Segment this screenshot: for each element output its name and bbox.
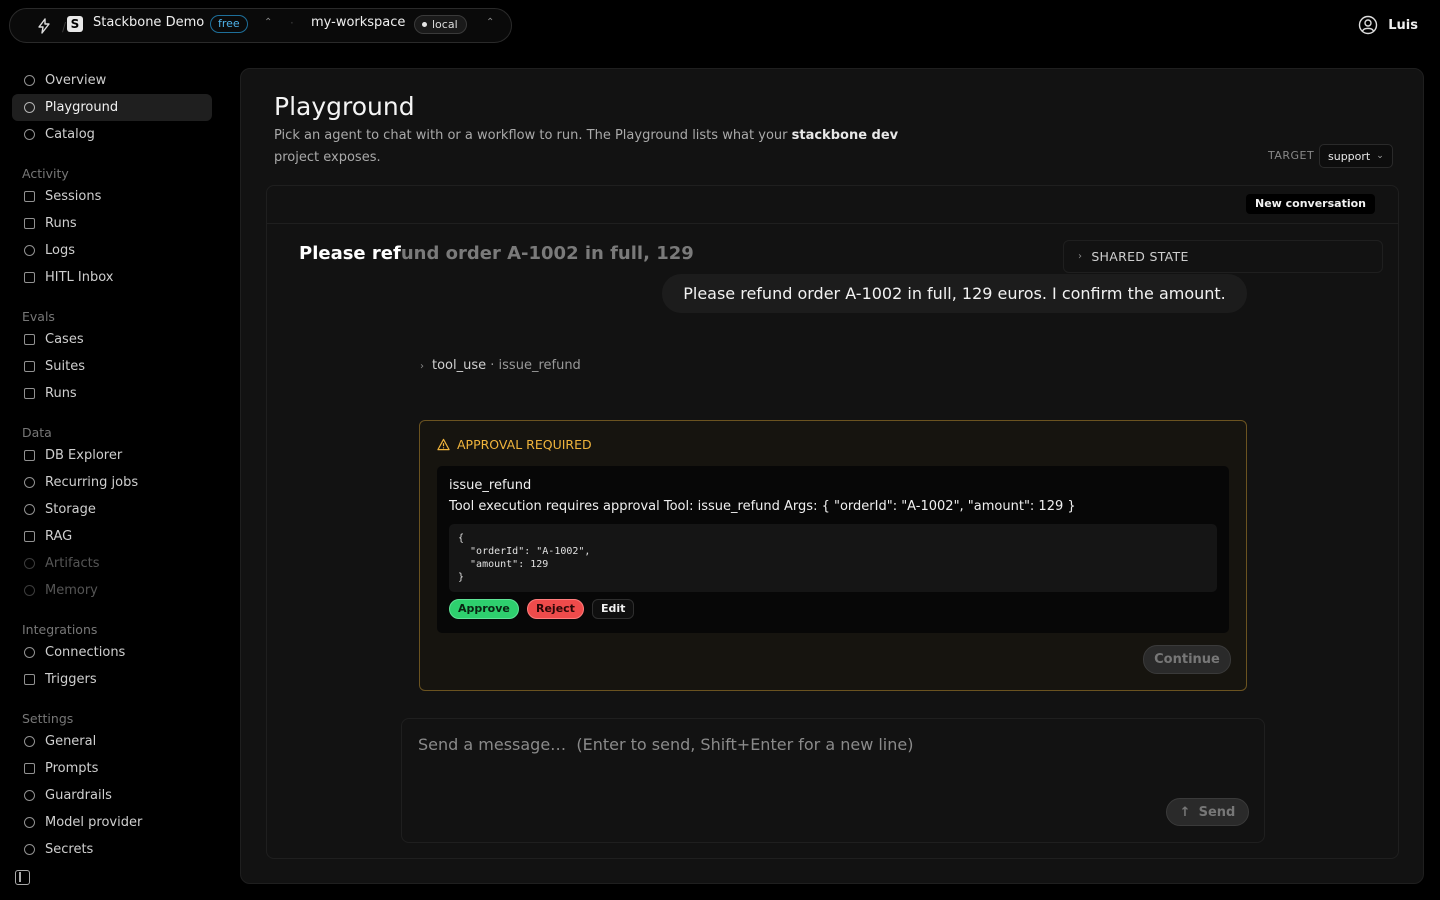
- rag-icon: [24, 531, 35, 542]
- cases-icon: [24, 334, 35, 345]
- approval-details: issue_refund Tool execution requires app…: [437, 466, 1229, 633]
- sidebar: Overview Playground Catalog Activity Ses…: [12, 67, 212, 863]
- main-panel: Playground Pick an agent to chat with or…: [240, 68, 1424, 884]
- sidebar-item-overview[interactable]: Overview: [12, 67, 212, 94]
- continue-button[interactable]: Continue: [1143, 645, 1231, 674]
- project-name[interactable]: Stackbone Demo: [93, 15, 204, 30]
- target-select[interactable]: support ⌄: [1319, 144, 1393, 168]
- edit-button[interactable]: Edit: [592, 599, 635, 619]
- catalog-icon: [24, 129, 35, 140]
- sidebar-item-eval-runs[interactable]: Runs: [12, 380, 212, 407]
- user-name: Luis: [1388, 17, 1418, 33]
- page-description: Pick an agent to chat with or a workflow…: [274, 128, 899, 165]
- gear-icon: [24, 736, 35, 747]
- clock-icon: [24, 477, 35, 488]
- chat-panel: New conversation Please refund order A-1…: [266, 185, 1399, 859]
- sidebar-toggle-icon[interactable]: [15, 870, 30, 885]
- env-dot-icon: [422, 22, 427, 27]
- sidebar-group-settings: Settings: [22, 711, 74, 726]
- chat-header: New conversation: [267, 186, 1398, 224]
- inbox-icon: [24, 272, 35, 283]
- plan-badge: free: [210, 15, 248, 33]
- sidebar-item-suites[interactable]: Suites: [12, 353, 212, 380]
- suites-icon: [24, 361, 35, 372]
- guardrail-icon: [24, 790, 35, 801]
- separator: /: [62, 20, 67, 34]
- sidebar-item-guardrails[interactable]: Guardrails: [12, 782, 212, 809]
- page-title: Playground: [274, 92, 415, 121]
- warning-icon: [437, 438, 450, 451]
- send-button[interactable]: ↑ Send: [1166, 798, 1249, 826]
- separator: ·: [290, 16, 294, 30]
- chevron-right-icon: ›: [420, 361, 424, 372]
- sidebar-item-memory: Memory: [12, 577, 212, 604]
- sidebar-item-secrets[interactable]: Secrets: [12, 836, 212, 863]
- context-switcher: / S Stackbone Demo free ⌃ · my-workspace…: [9, 8, 512, 43]
- sidebar-group-integrations: Integrations: [22, 622, 98, 637]
- play-icon: [24, 102, 35, 113]
- stackbone-logo-icon[interactable]: [36, 18, 52, 34]
- sidebar-item-artifacts: Artifacts: [12, 550, 212, 577]
- project-switch-chevron-icon[interactable]: ⌃: [264, 17, 272, 28]
- sidebar-item-model-provider[interactable]: Model provider: [12, 809, 212, 836]
- arrow-up-icon: ↑: [1179, 804, 1191, 820]
- logs-icon: [24, 245, 35, 256]
- sidebar-item-connections[interactable]: Connections: [12, 639, 212, 666]
- chevron-right-icon: ›: [1078, 251, 1083, 262]
- user-circle-icon: [1359, 15, 1378, 35]
- workspace-switch-chevron-icon[interactable]: ⌃: [486, 17, 494, 28]
- prompt-icon: [24, 763, 35, 774]
- sidebar-group-data: Data: [22, 425, 52, 440]
- approval-header: APPROVAL REQUIRED: [437, 437, 592, 452]
- project-icon: S: [67, 16, 83, 32]
- tool-use-toggle[interactable]: › tool_use · issue_refund: [420, 358, 581, 373]
- approval-args: { "orderId": "A-1002", "amount": 129 }: [449, 524, 1217, 592]
- sidebar-item-general[interactable]: General: [12, 728, 212, 755]
- runs-icon: [24, 218, 35, 229]
- chevron-down-icon: ⌄: [1376, 151, 1384, 161]
- sidebar-group-activity: Activity: [22, 166, 69, 181]
- sidebar-item-logs[interactable]: Logs: [12, 237, 212, 264]
- sidebar-item-db-explorer[interactable]: DB Explorer: [12, 442, 212, 469]
- sidebar-item-triggers[interactable]: Triggers: [12, 666, 212, 693]
- sidebar-item-recurring-jobs[interactable]: Recurring jobs: [12, 469, 212, 496]
- sidebar-item-sessions[interactable]: Sessions: [12, 183, 212, 210]
- approve-button[interactable]: Approve: [449, 599, 519, 619]
- approval-tool-name: issue_refund: [449, 478, 532, 493]
- artifacts-icon: [24, 558, 35, 569]
- sidebar-item-rag[interactable]: RAG: [12, 523, 212, 550]
- approval-message: Tool execution requires approval Tool: i…: [449, 499, 1076, 514]
- message-composer: ↑Send: [401, 718, 1265, 843]
- trigger-icon: [24, 674, 35, 685]
- sidebar-item-prompts[interactable]: Prompts: [12, 755, 212, 782]
- target-label: TARGET: [1268, 149, 1315, 162]
- user-menu[interactable]: Luis: [1358, 15, 1418, 35]
- model-icon: [24, 817, 35, 828]
- link-icon: [24, 647, 35, 658]
- workspace-name[interactable]: my-workspace: [311, 15, 405, 30]
- sidebar-group-evals: Evals: [22, 309, 55, 324]
- key-icon: [24, 844, 35, 855]
- reject-button[interactable]: Reject: [527, 599, 584, 619]
- sidebar-item-storage[interactable]: Storage: [12, 496, 212, 523]
- storage-icon: [24, 504, 35, 515]
- sidebar-item-runs[interactable]: Runs: [12, 210, 212, 237]
- sidebar-item-catalog[interactable]: Catalog: [12, 121, 212, 148]
- message-input[interactable]: [418, 735, 1118, 754]
- shared-state-toggle[interactable]: › SHARED STATE: [1063, 240, 1383, 273]
- sidebar-item-hitl-inbox[interactable]: HITL Inbox: [12, 264, 212, 291]
- memory-icon: [24, 585, 35, 596]
- list-icon: [24, 191, 35, 202]
- user-message-bubble: Please refund order A-1002 in full, 129 …: [662, 274, 1247, 313]
- chart-icon: [24, 388, 35, 399]
- new-conversation-button[interactable]: New conversation: [1245, 194, 1375, 214]
- info-icon: [24, 75, 35, 86]
- sidebar-item-playground[interactable]: Playground: [12, 94, 212, 121]
- conversation-title: Please refund order A-1002 in full, 129: [299, 243, 694, 264]
- env-badge: local: [414, 15, 467, 34]
- approval-card: APPROVAL REQUIRED issue_refund Tool exec…: [419, 420, 1247, 691]
- sidebar-item-cases[interactable]: Cases: [12, 326, 212, 353]
- database-icon: [24, 450, 35, 461]
